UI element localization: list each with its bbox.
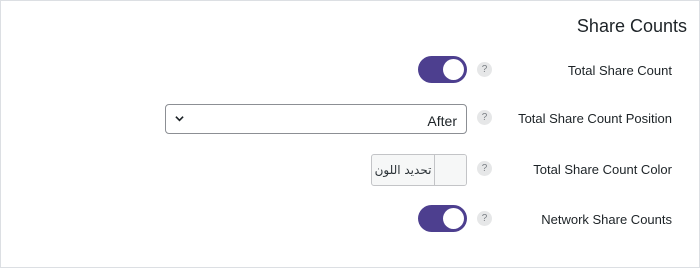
help-icon[interactable]: ? <box>477 110 492 125</box>
color-swatch <box>434 155 466 185</box>
color-picker-button[interactable]: تحديد اللون <box>371 154 467 186</box>
network-share-counts-label: Network Share Counts <box>541 212 672 227</box>
total-share-count-position-label: Total Share Count Position <box>518 111 672 126</box>
help-icon[interactable]: ? <box>477 211 492 226</box>
toggle-knob <box>443 59 464 80</box>
section-title: Share Counts <box>576 16 687 36</box>
select-value: After <box>427 113 457 129</box>
total-share-count-toggle[interactable] <box>418 56 467 83</box>
help-icon[interactable]: ? <box>477 161 492 176</box>
color-picker-text: تحديد اللون <box>374 163 432 177</box>
help-icon[interactable]: ? <box>477 62 492 77</box>
network-share-counts-toggle[interactable] <box>418 205 467 232</box>
toggle-knob <box>443 208 464 229</box>
total-share-count-color-label: Total Share Count Color <box>533 162 672 177</box>
total-share-count-label: Total Share Count <box>567 63 672 78</box>
total-share-count-position-select[interactable]: After <box>165 104 467 134</box>
share-counts-panel: Share Counts ? Total Share Count After ?… <box>0 0 700 268</box>
chevron-down-icon <box>175 116 184 122</box>
